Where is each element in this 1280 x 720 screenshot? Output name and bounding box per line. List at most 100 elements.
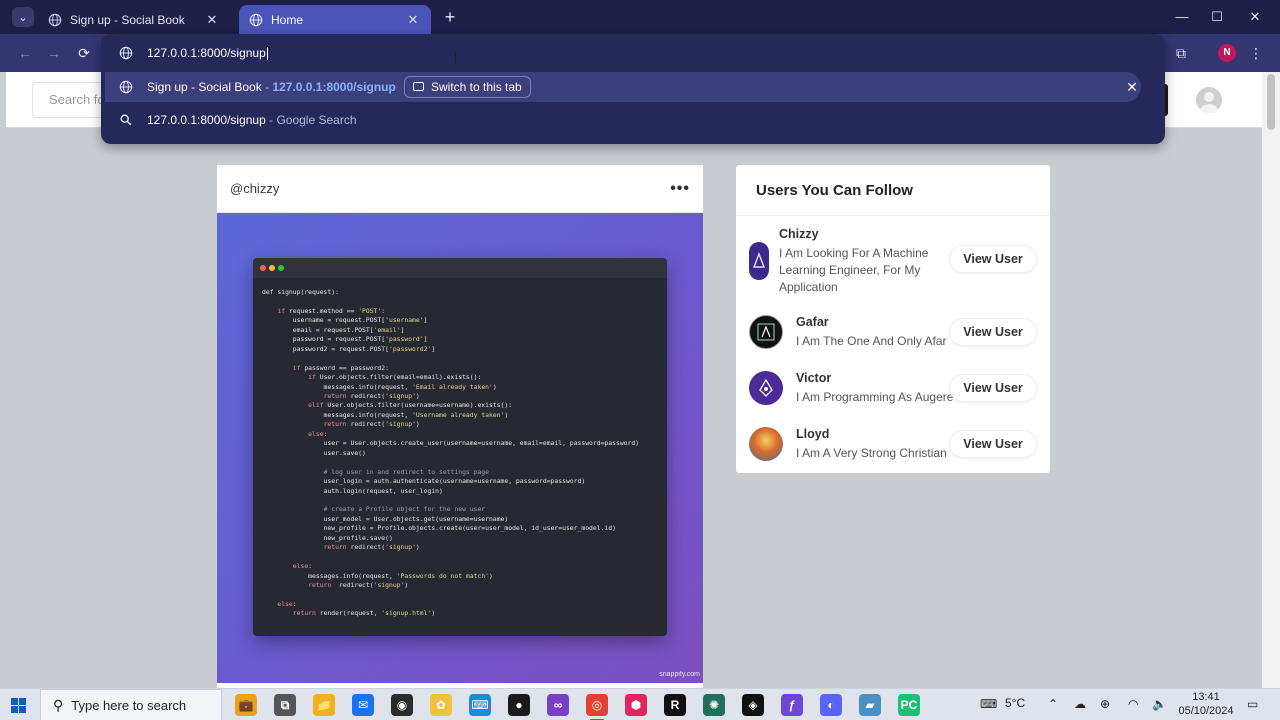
visual-studio-icon[interactable]: ∞ <box>547 694 569 716</box>
tab-signup[interactable]: Sign up - Social Book ✕ <box>38 5 230 34</box>
mail-icon[interactable]: ✉ <box>352 694 374 716</box>
app-icon[interactable]: ▰ <box>859 694 881 716</box>
reload-button[interactable]: ⟳ <box>75 44 93 62</box>
user-avatar[interactable] <box>749 371 783 405</box>
maximize-button[interactable]: ☐ <box>1207 8 1227 26</box>
suggested-user-bio: I Am Looking For A Machine Learning Engi… <box>779 246 929 294</box>
photo-icon[interactable]: ✿ <box>430 694 452 716</box>
green-dot-icon <box>278 265 284 271</box>
code-line: messages.info(request, 'Passwords do not… <box>262 572 639 581</box>
watermark-text: snappify.com <box>659 671 700 678</box>
suggestion-url: 127.0.0.1:8000/signup <box>272 80 396 94</box>
chrome-icon[interactable]: ◎ <box>586 694 608 720</box>
close-window-button[interactable]: ✕ <box>1245 8 1265 26</box>
suggested-user-name[interactable]: Victor <box>796 371 831 385</box>
code-line: return redirect('signup') <box>262 392 639 401</box>
language-icon[interactable]: ⊕ <box>1100 697 1110 711</box>
code-token: def signup(request): <box>262 288 339 296</box>
code-token: new_profile = Profile.objects.create(use… <box>262 524 616 533</box>
close-tab-icon[interactable]: ✕ <box>405 12 421 28</box>
openai-icon[interactable]: ✺ <box>703 694 725 716</box>
forward-button[interactable]: → <box>45 44 63 62</box>
view-user-button[interactable]: View User <box>949 374 1037 402</box>
page-scrollbar[interactable] <box>1262 72 1280 688</box>
user-avatar-icon[interactable] <box>1196 87 1222 113</box>
volume-icon[interactable]: 🔈 <box>1152 697 1167 711</box>
vscode-icon[interactable]: ⌨ <box>469 694 491 716</box>
suggested-user-name[interactable]: Chizzy <box>779 227 819 241</box>
code-token: email = request.POST[ <box>262 325 374 334</box>
more-options-icon[interactable]: ••• <box>670 180 690 198</box>
suggestion-row-tab[interactable]: Sign up - Social Book - 127.0.0.1:8000/s… <box>105 72 1141 102</box>
view-user-button[interactable]: View User <box>949 245 1037 273</box>
suggested-user-name[interactable]: Gafar <box>796 315 829 329</box>
code-token: : <box>323 429 328 438</box>
new-tab-button[interactable]: + <box>440 7 460 27</box>
r-app-icon[interactable]: R <box>664 694 686 716</box>
code-token: messages.info(request, <box>262 410 413 419</box>
github-icon[interactable]: ● <box>508 694 530 716</box>
code-token: user_model = User.objects.get(username=u… <box>262 514 509 523</box>
user-avatar[interactable] <box>749 315 783 349</box>
code-line: password2 = request.POST['password2'] <box>262 345 639 354</box>
pycharm-icon[interactable]: PC <box>898 694 920 716</box>
code-token: 'POST' <box>358 306 382 315</box>
code-token: 'signup' <box>385 391 416 400</box>
globe-icon <box>119 80 133 94</box>
view-user-button[interactable]: View User <box>949 430 1037 458</box>
address-bar[interactable]: 127.0.0.1:8000/signup <box>101 37 1165 69</box>
discord-icon[interactable]: ◐ <box>820 694 842 716</box>
code-token: if <box>308 373 316 382</box>
code-token: new_profile.save() <box>262 533 393 542</box>
task-view-icon[interactable]: ⧉ <box>274 694 296 716</box>
notification-icon[interactable]: ▭ <box>1247 697 1258 711</box>
keyboard-icon[interactable]: ⌨ <box>980 697 997 711</box>
back-button[interactable]: ← <box>16 44 34 62</box>
davinci-icon[interactable]: ◉ <box>391 694 413 716</box>
red-dot-icon <box>260 265 266 271</box>
switch-to-tab-button[interactable]: Switch to this tab <box>404 76 531 98</box>
suggestion-row-search[interactable]: 127.0.0.1:8000/signup - Google Search <box>101 104 1165 136</box>
extensions-icon[interactable]: ⧉ <box>1172 44 1190 62</box>
profile-avatar[interactable]: N <box>1218 44 1236 62</box>
search-query: 127.0.0.1:8000/signup <box>147 113 266 127</box>
suggestion-title: Sign up - Social Book <box>147 80 262 94</box>
minimize-button[interactable]: — <box>1172 8 1192 26</box>
scrollbar-thumb[interactable] <box>1267 74 1275 130</box>
tab-search-button[interactable]: ⌄ <box>12 7 34 27</box>
code-token: : <box>308 562 313 571</box>
code-token: else <box>277 599 293 608</box>
remove-suggestion-icon[interactable]: ✕ <box>1125 77 1139 97</box>
cloud-icon[interactable]: ☁ <box>1074 697 1086 711</box>
close-tab-icon[interactable]: ✕ <box>204 12 220 28</box>
user-avatar[interactable] <box>749 242 769 280</box>
code-line: if request.method == 'POST': <box>262 307 639 316</box>
suggestion-text: Sign up - Social Book - 127.0.0.1:8000/s… <box>147 80 396 94</box>
cube-app-icon[interactable]: ⬢ <box>625 694 647 716</box>
menu-icon[interactable]: ⋮ <box>1248 44 1264 62</box>
fig-icon[interactable]: ƒ <box>781 694 803 716</box>
user-avatar[interactable] <box>749 427 783 461</box>
suggested-user-name[interactable]: Lloyd <box>796 427 829 441</box>
code-token: ) <box>492 382 497 391</box>
post-username[interactable]: @chizzy <box>230 181 670 196</box>
address-input[interactable]: 127.0.0.1:8000/signup <box>147 46 268 61</box>
file-explorer-icon[interactable]: 📁 <box>313 694 335 716</box>
tab-home[interactable]: Home ✕ <box>239 5 431 34</box>
view-user-button[interactable]: View User <box>949 318 1037 346</box>
code-line: # create a Profile object for the new us… <box>262 505 639 514</box>
briefcase-icon[interactable]: 💼 <box>235 694 257 716</box>
windows-start-icon[interactable] <box>11 698 26 713</box>
chevron-up-icon[interactable]: ⌃ <box>1048 697 1058 711</box>
taskbar-search-box[interactable]: ⚲ Type here to search <box>40 689 222 720</box>
suggested-user: Gafar I Am The One And Only Afar View Us… <box>749 315 1039 351</box>
system-clock[interactable]: 13:41 05/10/2024 <box>1171 690 1241 718</box>
capcut-icon[interactable]: ◈ <box>742 694 764 716</box>
wifi-icon[interactable]: ◠ <box>1128 697 1138 711</box>
temperature-text[interactable]: 5°C <box>1005 696 1025 710</box>
